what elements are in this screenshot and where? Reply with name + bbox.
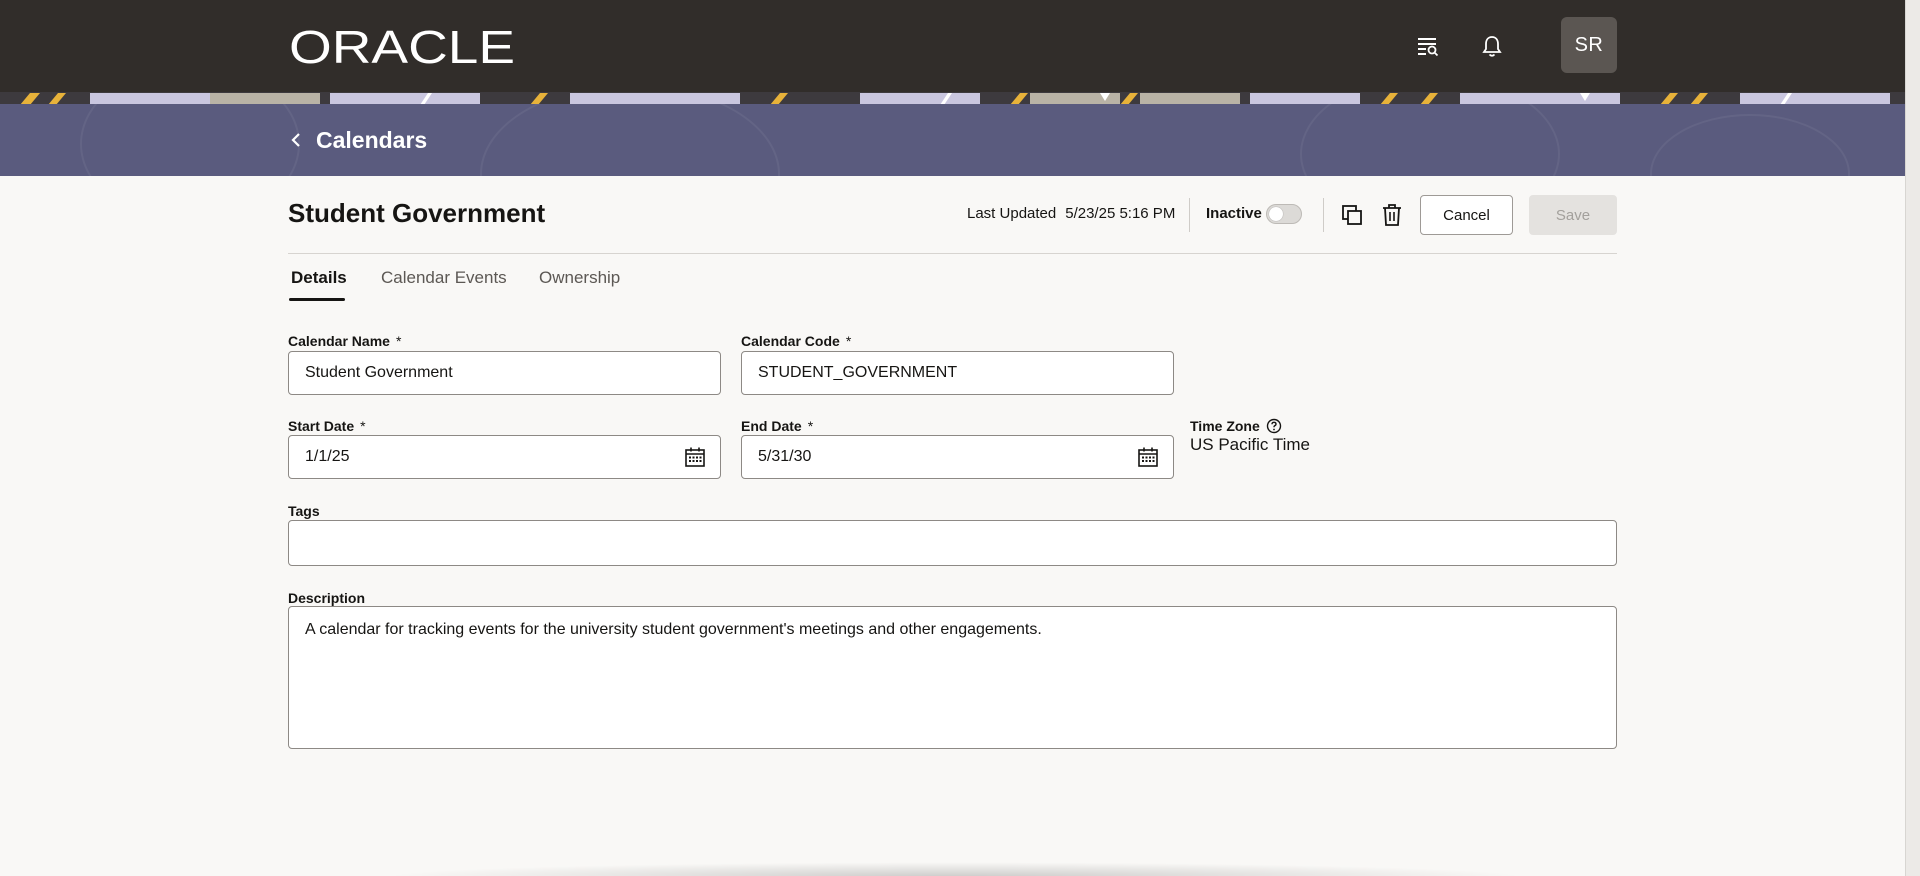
top-bar: ORACLE SR <box>0 0 1905 92</box>
time-zone-label: Time Zone <box>1190 418 1282 434</box>
delete-trash-icon[interactable] <box>1378 201 1406 229</box>
tags-input[interactable] <box>305 534 1616 552</box>
page-banner <box>0 104 1905 176</box>
required-mark: * <box>395 333 402 349</box>
decorative-pattern-strip <box>0 92 1905 104</box>
chevron-left-icon <box>291 133 300 147</box>
last-updated-value: 5/23/25 5:16 PM <box>1065 205 1176 222</box>
back-to-calendars-link[interactable]: Calendars <box>290 122 427 158</box>
notification-bell-icon[interactable] <box>1474 28 1510 64</box>
help-icon[interactable] <box>1266 418 1282 434</box>
divider <box>1189 198 1190 232</box>
tags-field[interactable] <box>288 520 1617 566</box>
inactive-toggle[interactable] <box>1266 204 1302 224</box>
toggle-knob <box>1269 207 1283 221</box>
calendar-name-label: Calendar Name * <box>288 333 402 349</box>
search-list-icon[interactable] <box>1410 28 1446 64</box>
breadcrumb-title: Calendars <box>316 126 428 153</box>
page-title: Student Government <box>288 198 546 228</box>
required-mark: * <box>807 418 814 434</box>
tags-label: Tags <box>288 503 320 519</box>
svg-text:ORACLE: ORACLE <box>289 24 515 70</box>
calendar-code-label: Calendar Code * <box>741 333 852 349</box>
start-date-input[interactable] <box>305 448 720 466</box>
end-date-input[interactable] <box>758 448 1173 466</box>
calendar-code-input[interactable] <box>758 364 1173 382</box>
calendar-code-field[interactable] <box>741 351 1174 395</box>
header-divider <box>288 253 1617 254</box>
inactive-label: Inactive <box>1206 205 1262 222</box>
end-date-label: End Date * <box>741 418 814 434</box>
cancel-button[interactable]: Cancel <box>1420 195 1513 235</box>
duplicate-icon[interactable] <box>1338 201 1366 229</box>
tab-details[interactable]: Details <box>291 268 347 288</box>
app-window: ORACLE SR Calendars Student Government L… <box>0 0 1905 876</box>
tab-calendar-events[interactable]: Calendar Events <box>381 268 507 288</box>
calendar-picker-icon[interactable] <box>684 446 706 468</box>
calendar-name-field[interactable] <box>288 351 721 395</box>
calendar-name-input[interactable] <box>305 364 720 382</box>
bottom-drawer-shadow <box>380 862 1530 876</box>
last-updated-label: Last Updated <box>967 205 1057 222</box>
user-avatar[interactable]: SR <box>1561 17 1617 73</box>
window-scrollbar[interactable] <box>1905 0 1920 876</box>
required-mark: * <box>360 418 366 434</box>
description-textarea[interactable]: A calendar for tracking events for the u… <box>288 606 1617 749</box>
description-label: Description <box>288 590 366 606</box>
time-zone-value: US Pacific Time <box>1190 435 1310 454</box>
active-tab-indicator <box>289 298 345 301</box>
start-date-field[interactable] <box>288 435 721 479</box>
divider <box>1323 198 1324 232</box>
tab-ownership[interactable]: Ownership <box>539 268 620 288</box>
calendar-picker-icon[interactable] <box>1137 446 1159 468</box>
required-mark: * <box>845 333 852 349</box>
oracle-logo[interactable]: ORACLE <box>289 24 515 70</box>
save-button[interactable]: Save <box>1529 195 1617 235</box>
start-date-label: Start Date * <box>288 418 366 434</box>
end-date-field[interactable] <box>741 435 1174 479</box>
last-updated: Last Updated 5/23/25 5:16 PM <box>967 205 1175 222</box>
